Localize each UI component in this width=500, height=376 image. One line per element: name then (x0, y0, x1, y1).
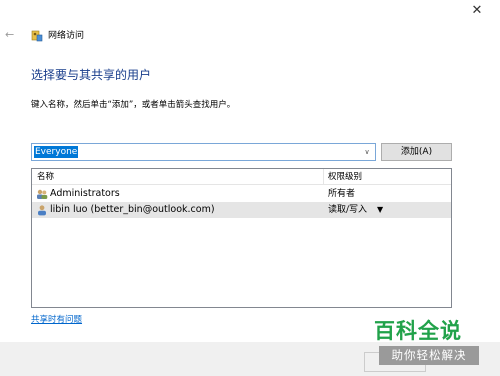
column-header-name[interactable]: 名称 (37, 172, 54, 183)
column-header-permission[interactable]: 权限级别 (328, 172, 362, 183)
user-group-icon (37, 189, 48, 199)
column-divider[interactable] (323, 169, 324, 185)
add-button[interactable]: 添加(A) (381, 143, 452, 161)
permission-level: 所有者 (328, 189, 356, 199)
user-name: Administrators (50, 188, 120, 199)
sharing-help-link[interactable]: 共享时有问题 (31, 315, 82, 326)
close-button[interactable]: ✕ (470, 4, 484, 18)
network-share-icon (31, 30, 43, 42)
user-name-input-value[interactable]: Everyone (34, 146, 79, 158)
list-header: 名称 权限级别 (32, 169, 451, 185)
watermark-slogan: 助你轻松解决 (379, 346, 479, 365)
permission-level-selector[interactable]: 读取/写入 (328, 204, 367, 216)
watermark-logo-text: 百科全说 (374, 319, 462, 343)
watermark: 百科全说 助你轻松解决 (364, 318, 492, 368)
window-title: 网络访问 (48, 31, 85, 41)
chevron-down-icon[interactable]: ∨ (362, 146, 372, 158)
user-icon (38, 205, 46, 216)
page-heading: 选择要与其共享的用户 (31, 68, 152, 82)
user-permission-list[interactable]: 名称 权限级别 Administrators 所有者 libin luo (be… (31, 168, 452, 308)
instruction-text: 键入名称，然后单击“添加”，或者单击箭头查找用户。 (31, 100, 236, 110)
user-name-combobox[interactable]: Everyone ∨ (31, 143, 376, 161)
list-item[interactable]: libin luo (better_bin@outlook.com) 读取/写入… (32, 202, 451, 218)
close-icon: ✕ (471, 3, 483, 18)
list-item[interactable]: Administrators 所有者 (32, 186, 451, 202)
user-name: libin luo (better_bin@outlook.com) (50, 204, 215, 215)
back-button[interactable]: ← (5, 29, 19, 41)
dropdown-arrow-icon[interactable]: ▼ (377, 204, 383, 216)
back-arrow-icon: ← (5, 28, 15, 41)
